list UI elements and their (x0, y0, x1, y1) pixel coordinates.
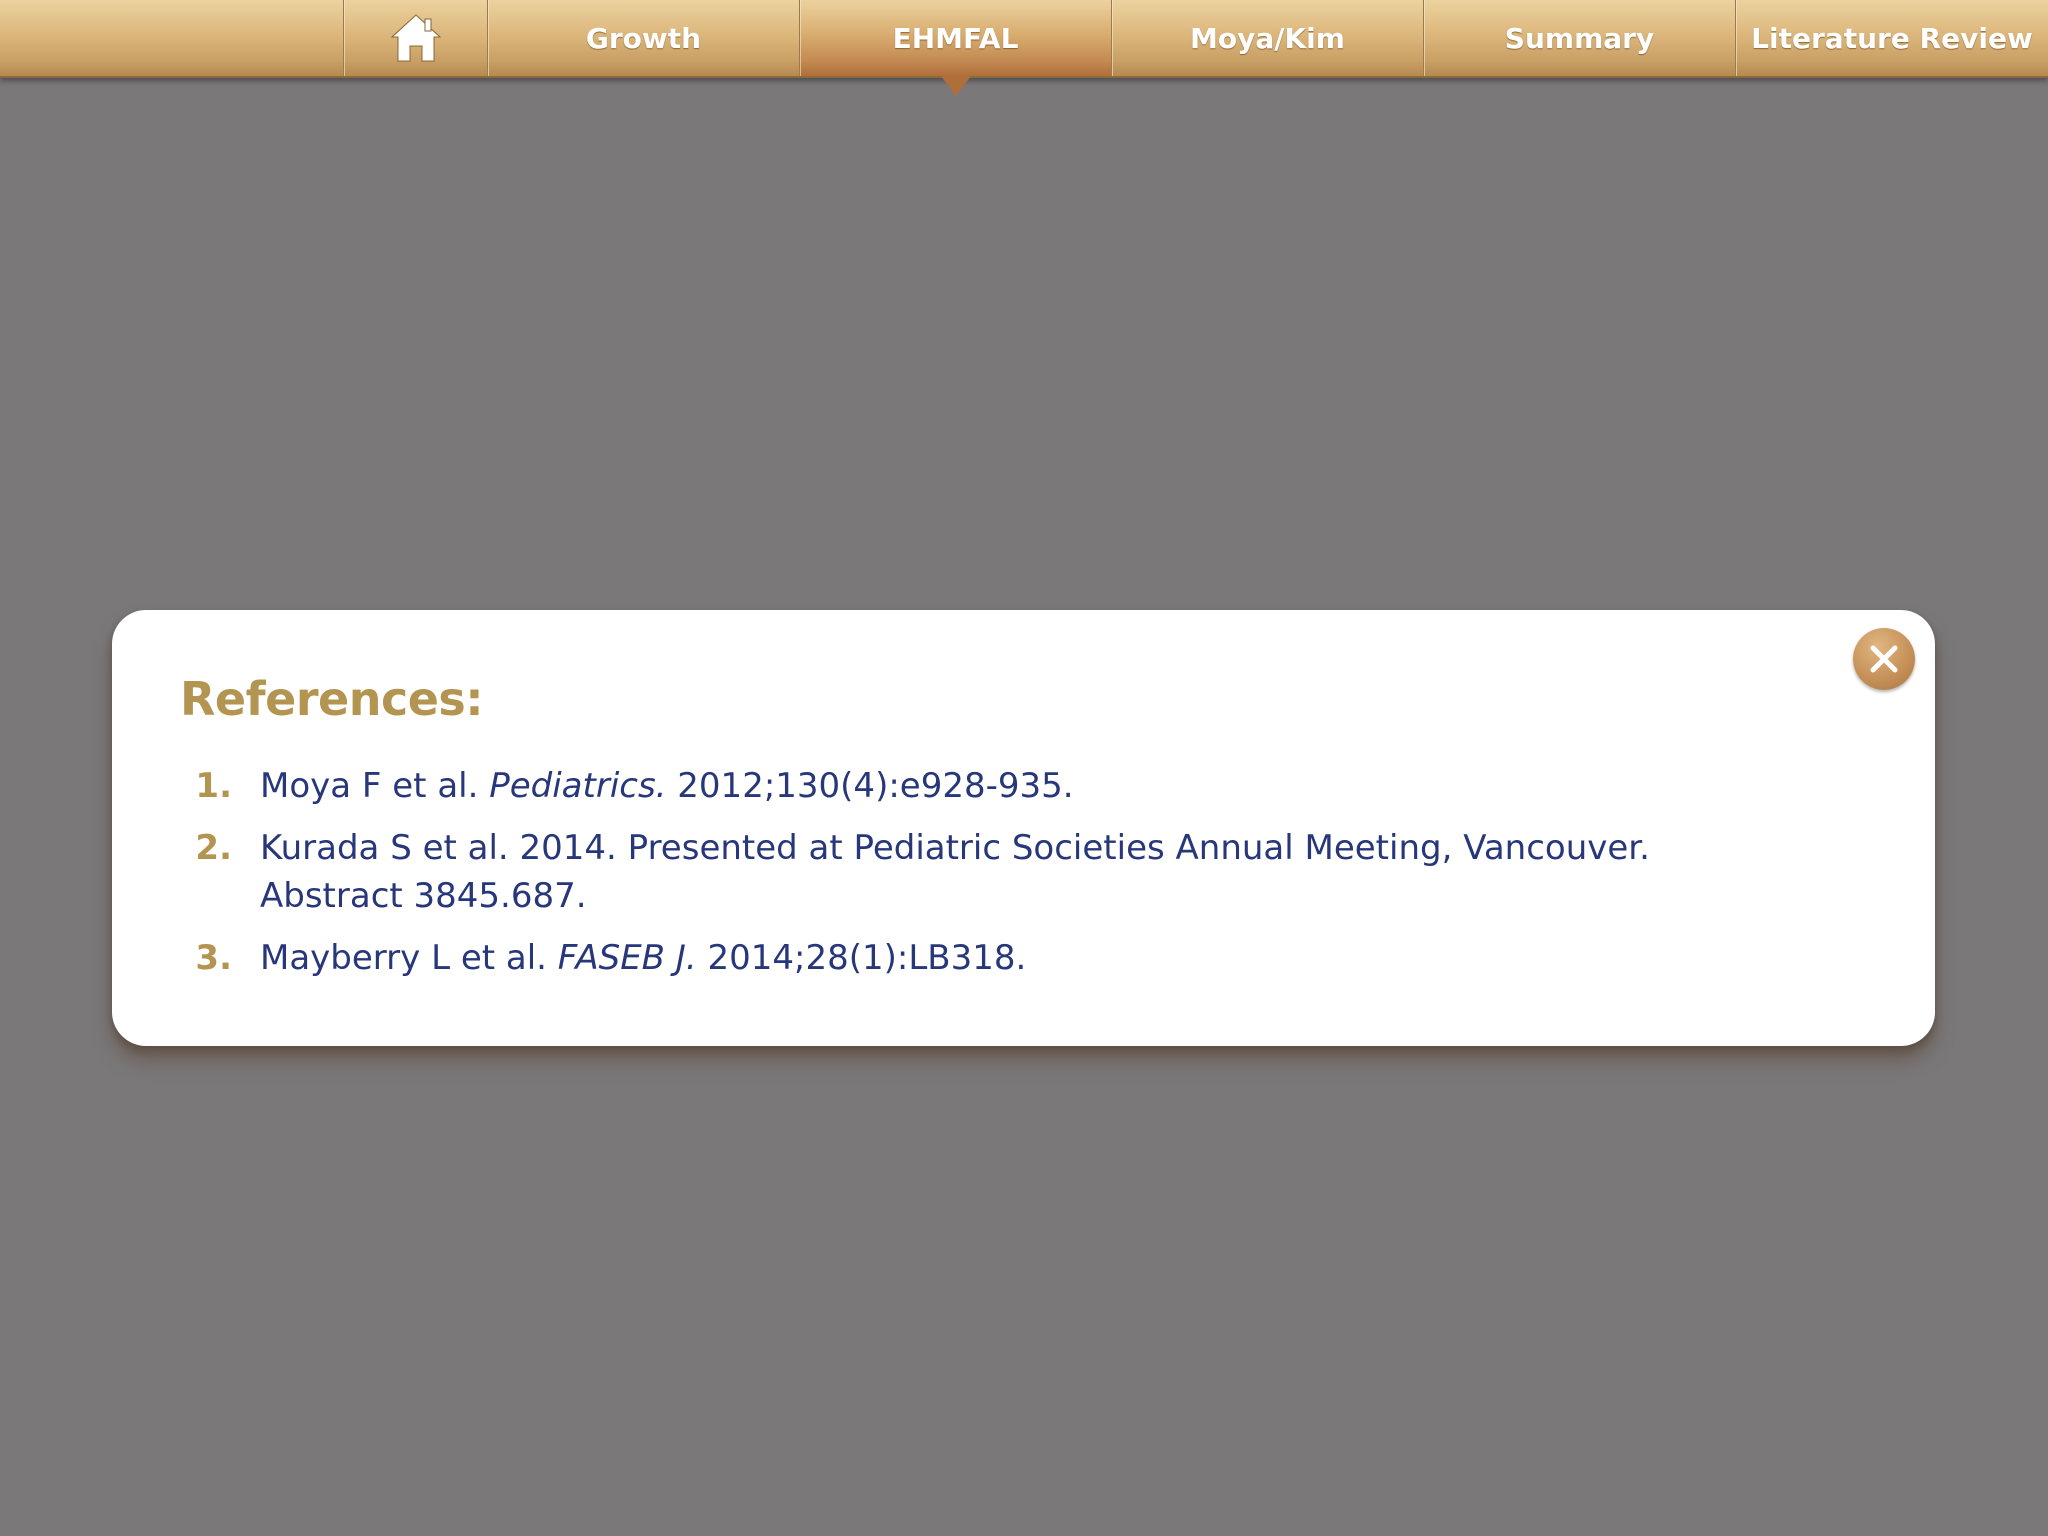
reference-item-1: 1. Moya F et al. Pediatrics. 2012;130(4)… (180, 762, 1880, 810)
reference-text: Kurada S et al. 2014. Presented at Pedia… (260, 824, 1690, 920)
tab-ehmfal-label: EHMFAL (892, 21, 1019, 55)
reference-number: 3. (195, 938, 232, 978)
reference-journal: FASEB J. (557, 938, 697, 978)
reference-item-2: 2. Kurada S et al. 2014. Presented at Pe… (180, 824, 1880, 920)
tab-summary-label: Summary (1504, 21, 1655, 55)
tab-summary[interactable]: Summary (1423, 0, 1735, 76)
reference-authors: Moya F et al. (260, 766, 490, 806)
close-button[interactable] (1853, 628, 1915, 690)
reference-text: Moya F et al. Pediatrics. 2012;130(4):e9… (260, 762, 1690, 810)
reference-details: 2012;130(4):e928-935. (666, 766, 1074, 806)
reference-authors: Mayberry L et al. (260, 938, 558, 978)
active-tab-pointer (940, 76, 971, 96)
tab-moya-kim-label: Moya/Kim (1190, 21, 1345, 55)
references-modal: References: 1. Moya F et al. Pediatrics.… (112, 610, 1935, 1046)
tab-literature-review-label: Literature Review (1751, 21, 2033, 55)
tab-literature-review[interactable]: Literature Review (1735, 0, 2048, 76)
reference-number: 2. (195, 828, 232, 868)
reference-number: 1. (195, 766, 232, 806)
reference-text: Mayberry L et al. FASEB J. 2014;28(1):LB… (260, 934, 1690, 982)
tab-growth[interactable]: Growth (487, 0, 799, 76)
tab-growth-label: Growth (585, 21, 702, 55)
tab-ehmfal[interactable]: EHMFAL (799, 0, 1111, 96)
reference-journal: Pediatrics. (489, 766, 667, 806)
reference-details: 2014;28(1):LB318. (696, 938, 1027, 978)
references-title: References: (180, 672, 484, 726)
references-list: 1. Moya F et al. Pediatrics. 2012;130(4)… (180, 762, 1880, 996)
tab-moya-kim[interactable]: Moya/Kim (1111, 0, 1423, 76)
reference-item-3: 3. Mayberry L et al. FASEB J. 2014;28(1)… (180, 934, 1880, 982)
nav-blank-area (0, 0, 343, 76)
home-button[interactable] (343, 0, 487, 76)
top-navigation-bar: Growth EHMFAL Moya/Kim Summary Literatur… (0, 0, 2048, 96)
reference-authors: Kurada S et al. 2014. Presented at Pedia… (260, 828, 1650, 916)
home-icon (390, 14, 441, 62)
close-icon (1870, 645, 1898, 673)
